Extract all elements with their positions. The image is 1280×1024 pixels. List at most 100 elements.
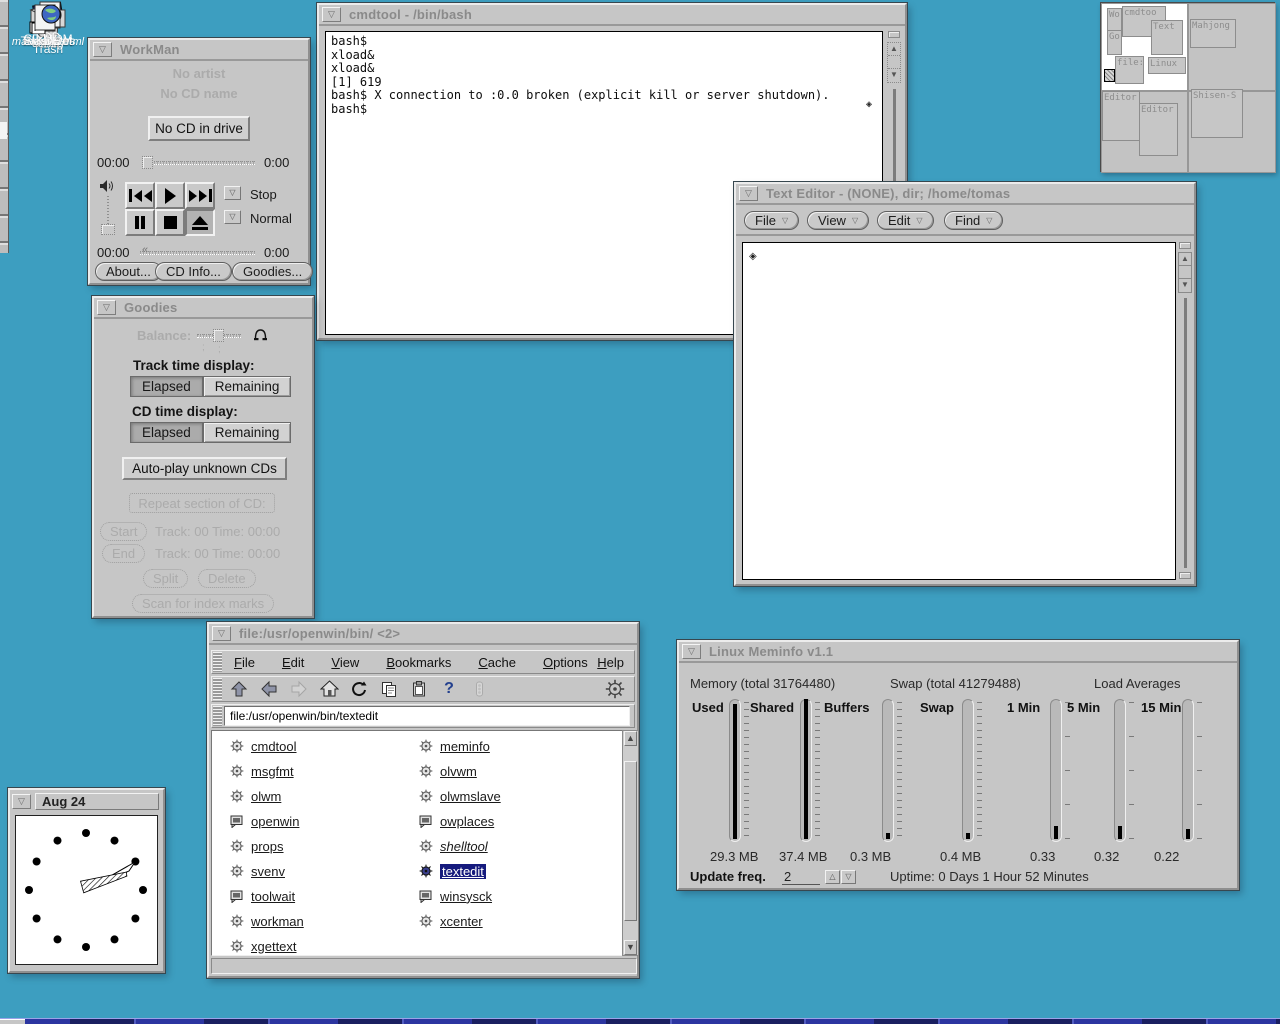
file-item[interactable]: msgfmt xyxy=(230,760,294,782)
scroll-down-icon[interactable]: ▼ xyxy=(888,69,900,82)
window-menu-button[interactable]: ▽ xyxy=(93,42,112,57)
scrollbar-top-anchor[interactable] xyxy=(888,31,900,38)
pager-window[interactable]: Shisen-S xyxy=(1191,89,1243,138)
edit-menu-button[interactable]: Edit▽ xyxy=(877,211,934,230)
locationbar-drag-handle[interactable] xyxy=(213,706,222,726)
pager-window[interactable]: Mahjong xyxy=(1190,19,1236,48)
file-item[interactable]: xgettext xyxy=(230,935,297,956)
up-button[interactable] xyxy=(228,679,250,699)
scrollbar-top-anchor[interactable] xyxy=(1179,242,1191,249)
next-track-button[interactable] xyxy=(185,182,215,209)
virtual-desktop-pager[interactable]: Wo cmdtoo Text Go file: Linux Mahjong Ed… xyxy=(1100,2,1275,172)
window-menu-button[interactable]: ▽ xyxy=(682,644,701,659)
back-button[interactable] xyxy=(258,679,280,699)
stop-button[interactable] xyxy=(155,209,185,236)
home-button[interactable] xyxy=(318,679,340,699)
texteditor-titlebar[interactable]: ▽ Text Editor - (NONE), dir; /home/tomas xyxy=(736,184,1194,205)
volume-slider-thumb[interactable] xyxy=(101,224,115,235)
track-elapsed-toggle[interactable]: Elapsed xyxy=(130,376,203,397)
track-slider-thumb[interactable] xyxy=(142,156,153,169)
pager-window[interactable]: Editor xyxy=(1139,103,1178,156)
find-menu-button[interactable]: Find▽ xyxy=(944,211,1003,230)
menu-view[interactable]: View xyxy=(329,655,361,670)
update-freq-input[interactable]: 2 xyxy=(782,869,820,885)
menu-cache[interactable]: Cache xyxy=(476,655,518,670)
file-item[interactable]: toolwait xyxy=(230,885,295,907)
menu-bookmarks[interactable]: Bookmarks xyxy=(384,655,453,670)
menubar-drag-handle[interactable] xyxy=(213,652,222,672)
play-mode-menu-button[interactable]: ▽ xyxy=(224,186,241,200)
menu-file[interactable]: File xyxy=(232,655,257,670)
workman-titlebar[interactable]: ▽ WorkMan xyxy=(90,40,308,61)
paste-button[interactable] xyxy=(408,679,430,699)
scrollbar-cable[interactable] xyxy=(1184,298,1187,568)
copy-button[interactable] xyxy=(378,679,400,699)
cd-remaining-toggle[interactable]: Remaining xyxy=(203,422,292,443)
scroll-up-icon[interactable]: ▲ xyxy=(624,731,637,746)
scrollbar-thumb[interactable] xyxy=(624,761,637,921)
about-button[interactable]: About... xyxy=(95,262,162,281)
file-menu-button[interactable]: File▽ xyxy=(744,211,799,230)
pause-button[interactable] xyxy=(125,209,155,236)
file-item[interactable]: workman xyxy=(230,910,304,932)
menu-options[interactable]: Options xyxy=(541,655,590,670)
goodies-titlebar[interactable]: ▽ Goodies xyxy=(94,298,312,319)
pager-iconified-window[interactable] xyxy=(1104,69,1115,82)
file-item[interactable]: winsysck xyxy=(419,885,492,907)
repeat-start-button[interactable]: Start xyxy=(100,522,147,541)
view-menu-button[interactable]: View▽ xyxy=(807,211,869,230)
menu-edit[interactable]: Edit xyxy=(280,655,306,670)
scroll-up-icon[interactable]: ▲ xyxy=(1179,253,1191,266)
previous-track-button[interactable] xyxy=(125,182,155,209)
location-input[interactable]: file:/usr/openwin/bin/textedit xyxy=(224,706,630,726)
file-item[interactable]: cmdtool xyxy=(230,735,297,757)
track-remaining-toggle[interactable]: Remaining xyxy=(203,376,292,397)
file-item[interactable]: olwmslave xyxy=(419,785,501,807)
track-position-slider[interactable] xyxy=(142,161,255,165)
help-button[interactable]: ? xyxy=(438,679,460,699)
meminfo-titlebar[interactable]: ▽ Linux Meminfo v1.1 xyxy=(679,642,1237,663)
file-item[interactable]: xcenter xyxy=(419,910,483,932)
goodies-button[interactable]: Goodies... xyxy=(232,262,313,281)
delete-button[interactable]: Delete xyxy=(198,569,256,588)
scrollbar-elevator[interactable]: ▲ ▼ xyxy=(887,42,901,83)
pager-window[interactable]: Editor xyxy=(1102,91,1140,141)
cd-info-button[interactable]: CD Info... xyxy=(155,262,232,281)
window-menu-button[interactable]: ▽ xyxy=(12,794,31,809)
pager-window[interactable]: Text xyxy=(1151,20,1183,55)
balance-slider-thumb[interactable] xyxy=(213,329,224,342)
pager-window[interactable]: Go xyxy=(1107,30,1122,55)
filelist-scrollbar[interactable]: ▲ ▼ xyxy=(622,730,639,956)
window-menu-button[interactable]: ▽ xyxy=(739,186,758,201)
play-button[interactable] xyxy=(155,182,185,209)
repeat-end-button[interactable]: End xyxy=(102,544,145,563)
pager-window[interactable]: Linux xyxy=(1148,57,1186,74)
text-edit-area[interactable]: ◈ xyxy=(742,242,1176,580)
file-item-selected[interactable]: textedit xyxy=(419,860,486,882)
file-item[interactable]: olvwm xyxy=(419,760,477,782)
filemanager-titlebar[interactable]: ▽ file:/usr/openwin/bin/ <2> xyxy=(209,624,637,645)
shuffle-mode-menu-button[interactable]: ▽ xyxy=(224,210,241,224)
file-item[interactable]: meminfo xyxy=(419,735,490,757)
stop-button-disabled[interactable] xyxy=(468,679,490,699)
file-item[interactable]: svenv xyxy=(230,860,285,882)
split-button[interactable]: Split xyxy=(143,569,188,588)
scan-index-button[interactable]: Scan for index marks xyxy=(132,594,274,613)
file-item[interactable]: shelltool xyxy=(419,835,488,857)
scrollbar-bottom-anchor[interactable] xyxy=(1179,572,1191,579)
cd-elapsed-toggle[interactable]: Elapsed xyxy=(130,422,203,443)
scroll-up-icon[interactable]: ▲ xyxy=(888,43,900,56)
repeat-section-button[interactable]: Repeat section of CD: xyxy=(129,493,275,513)
autoplay-button[interactable]: Auto-play unknown CDs xyxy=(122,457,287,480)
scroll-drag[interactable] xyxy=(888,56,900,69)
texteditor-scrollbar[interactable]: ▲ ▼ xyxy=(1178,242,1194,580)
window-menu-button[interactable]: ▽ xyxy=(212,626,231,641)
taskbar-edge[interactable] xyxy=(0,1018,1280,1024)
menu-help[interactable]: Help xyxy=(595,655,634,670)
toolbar-drag-handle[interactable] xyxy=(213,678,222,700)
scroll-down-icon[interactable]: ▼ xyxy=(1179,279,1191,292)
cmdtool-titlebar[interactable]: ▽ cmdtool - /bin/bash xyxy=(319,5,905,26)
spin-down-button[interactable]: ▽ xyxy=(841,870,856,884)
file-item[interactable]: props xyxy=(230,835,284,857)
scroll-down-icon[interactable]: ▼ xyxy=(624,940,637,955)
